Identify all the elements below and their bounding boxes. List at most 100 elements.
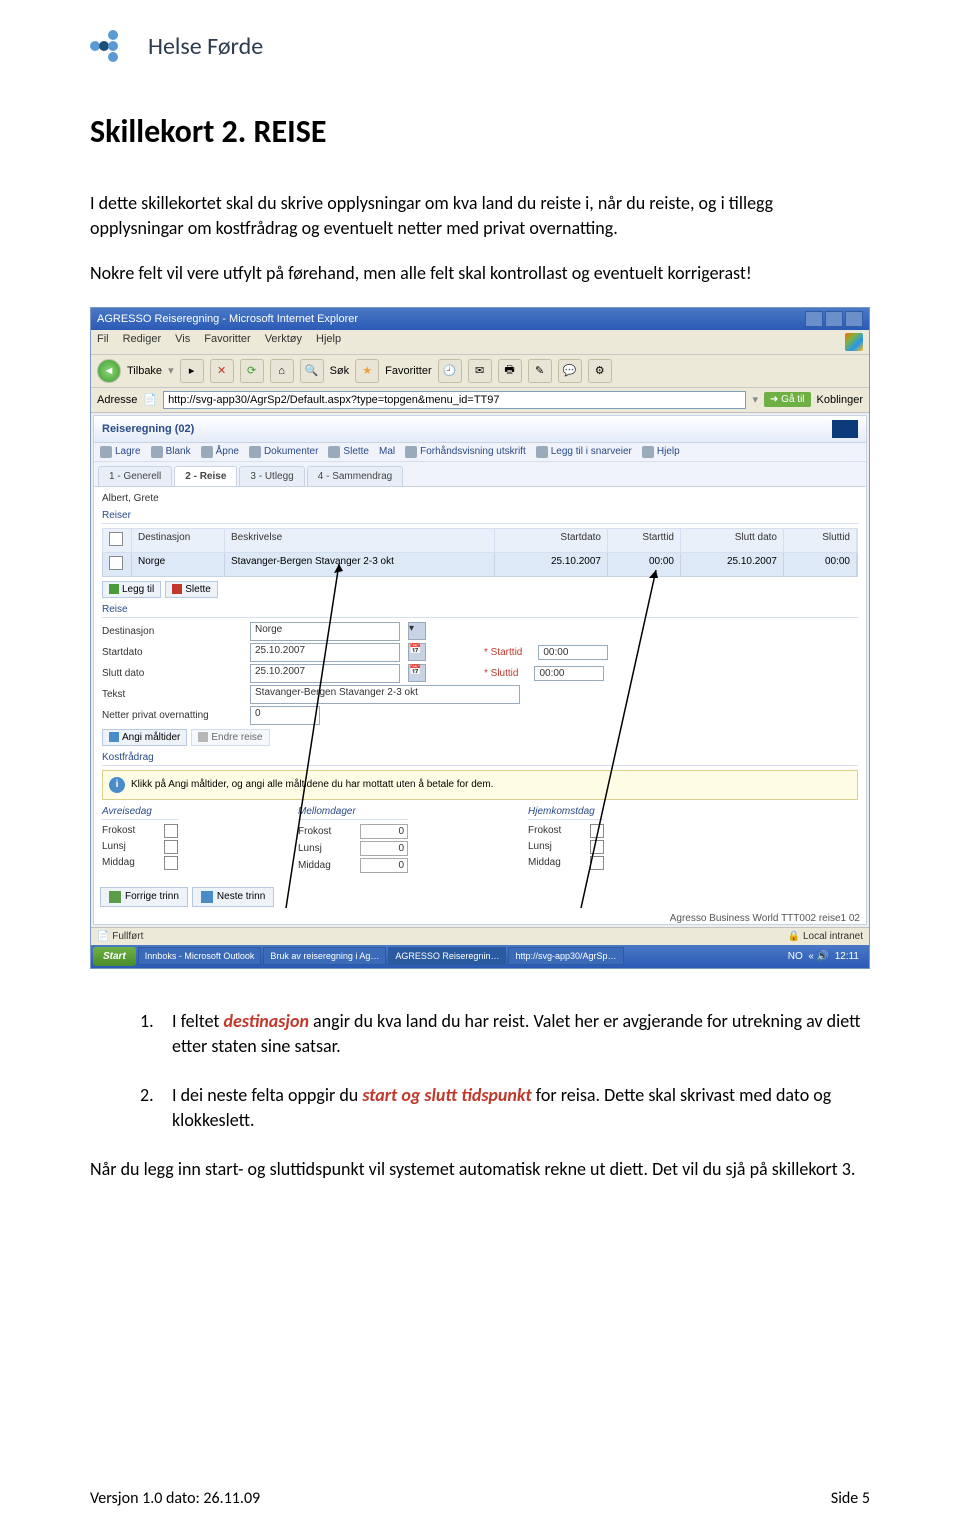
mellom-frokost-input[interactable]: 0	[360, 824, 408, 839]
tb-slette[interactable]: Slette	[328, 446, 369, 458]
header-checkbox[interactable]	[109, 532, 123, 546]
task-agresso[interactable]: AGRESSO Reiseregnin…	[388, 947, 506, 965]
menu-hjelp[interactable]: Hjelp	[316, 333, 341, 351]
task-word[interactable]: Bruk av reiseregning i Ag…	[263, 947, 386, 965]
avreise-lunsj-checkbox[interactable]	[164, 840, 178, 854]
label-starttid: * Starttid	[484, 647, 522, 658]
input-sluttdato[interactable]: 25.10.2007	[250, 664, 400, 683]
grid-row[interactable]: Norge Stavanger-Bergen Stavanger 2-3 okt…	[102, 553, 858, 577]
input-starttid[interactable]: 00:00	[538, 645, 608, 660]
mellom-middag-input[interactable]: 0	[360, 858, 408, 873]
page-footer: Versjon 1.0 dato: 26.11.09 Side 5	[90, 1489, 870, 1508]
endre-reise-button[interactable]: Endre reise	[191, 729, 269, 746]
prev-step-button[interactable]: Forrige trinn	[100, 887, 188, 907]
discuss-icon[interactable]: 💬	[558, 359, 582, 383]
mellom-lunsj-input[interactable]: 0	[360, 841, 408, 856]
menu-rediger[interactable]: Rediger	[123, 333, 162, 351]
start-button[interactable]: Start	[93, 947, 136, 966]
input-destinasjon[interactable]: Norge	[250, 622, 400, 641]
menu-favoritter[interactable]: Favoritter	[204, 333, 250, 351]
tb-hjelp[interactable]: Hjelp	[642, 446, 680, 458]
avreise-frokost-checkbox[interactable]	[164, 824, 178, 838]
delete-button[interactable]: Slette	[165, 581, 218, 598]
tab-reise[interactable]: 2 - Reise	[174, 466, 237, 486]
print-icon[interactable]: 🖶	[498, 359, 522, 383]
avreise-middag-checkbox[interactable]	[164, 856, 178, 870]
back-button[interactable]: ◄	[97, 359, 121, 383]
meals-h3: Hjemkomstdag	[528, 804, 604, 820]
edit-icon[interactable]: ✎	[528, 359, 552, 383]
menu-verktoy[interactable]: Verktøy	[265, 333, 302, 351]
tb-lagre[interactable]: Lagre	[100, 446, 141, 458]
next-step-button[interactable]: Neste trinn	[192, 887, 274, 907]
add-button[interactable]: Legg til	[102, 581, 161, 598]
info-icon: i	[109, 777, 125, 793]
home-button[interactable]: ⌂	[270, 359, 294, 383]
history-icon[interactable]: 🕘	[438, 359, 462, 383]
mail-icon[interactable]: ✉	[468, 359, 492, 383]
cell-besk: Stavanger-Bergen Stavanger 2-3 okt	[225, 553, 495, 576]
grid-header: Destinasjon Beskrivelse Startdato Startt…	[102, 528, 858, 553]
links-label[interactable]: Koblinger	[817, 394, 863, 406]
hjem-frokost-checkbox[interactable]	[590, 824, 604, 838]
forward-button[interactable]: ▸	[180, 359, 204, 383]
input-netter[interactable]: 0	[250, 706, 320, 725]
hjem-middag-checkbox[interactable]	[590, 856, 604, 870]
close-button[interactable]	[845, 311, 863, 327]
intro-paragraph-1: I dette skillekortet skal du skrive oppl…	[90, 191, 870, 241]
logo: Helse Førde	[90, 30, 870, 62]
favorites-icon[interactable]: ★	[355, 359, 379, 383]
row-checkbox[interactable]	[109, 556, 123, 570]
maximize-button[interactable]	[825, 311, 843, 327]
cell-st: 00:00	[608, 553, 681, 576]
footer-left: Versjon 1.0 dato: 26.11.09	[90, 1489, 260, 1508]
calendar-icon[interactable]: 📅	[408, 664, 426, 682]
ie-statusbar: 📄 Fullført 🔒 Local intranet	[91, 927, 869, 945]
ie-menubar: Fil Rediger Vis Favoritter Verktøy Hjelp	[91, 330, 869, 355]
task-ie[interactable]: http://svg-app30/AgrSp…	[508, 947, 623, 965]
menu-vis[interactable]: Vis	[175, 333, 190, 351]
menu-fil[interactable]: Fil	[97, 333, 109, 351]
lang-indicator[interactable]: NO	[788, 951, 803, 962]
minimize-button[interactable]	[805, 311, 823, 327]
refresh-button[interactable]: ⟳	[240, 359, 264, 383]
input-tekst[interactable]: Stavanger-Bergen Stavanger 2-3 okt	[250, 685, 520, 704]
group-reise: Reise	[102, 602, 858, 618]
tab-sammendrag[interactable]: 4 - Sammendrag	[307, 466, 403, 486]
cell-sld: 25.10.2007	[681, 553, 784, 576]
logo-text: Helse Førde	[148, 32, 263, 61]
tb-mal[interactable]: Mal	[379, 446, 395, 458]
app-title: Reiseregning (02)	[102, 423, 194, 435]
tb-apne[interactable]: Åpne	[201, 446, 239, 458]
cell-sd: 25.10.2007	[495, 553, 608, 576]
tab-generell[interactable]: 1 - Generell	[98, 466, 172, 486]
task-outlook[interactable]: Innboks - Microsoft Outlook	[138, 947, 262, 965]
app-footer-text: Agresso Business World TTT002 reise1 02	[94, 913, 866, 924]
col-destinasjon: Destinasjon	[132, 529, 225, 552]
tb-forhandsvisning[interactable]: Forhåndsvisning utskrift	[405, 446, 526, 458]
back-label: Tilbake	[127, 365, 162, 377]
address-label: Adresse	[97, 394, 137, 406]
calendar-icon[interactable]: 📅	[408, 643, 426, 661]
search-icon[interactable]: 🔍	[300, 359, 324, 383]
agresso-app: Reiseregning (02) Lagre Blank Åpne Dokum…	[93, 415, 867, 925]
info-box: i Klikk på Angi måltider, og angi alle m…	[102, 770, 858, 800]
tab-utlegg[interactable]: 3 - Utlegg	[239, 466, 304, 486]
input-sluttid[interactable]: 00:00	[534, 666, 604, 681]
numbered-list: 1. I feltet destinasjon angir du kva lan…	[140, 1009, 870, 1134]
screenshot: AGRESSO Reiseregning - Microsoft Interne…	[90, 307, 870, 969]
tb-snarveier[interactable]: Legg til i snarveier	[536, 446, 632, 458]
stop-button[interactable]: ✕	[210, 359, 234, 383]
tb-blank[interactable]: Blank	[151, 446, 191, 458]
hjem-lunsj-checkbox[interactable]	[590, 840, 604, 854]
person-name: Albert, Grete	[102, 493, 858, 504]
input-startdato[interactable]: 25.10.2007	[250, 643, 400, 662]
angi-maltider-button[interactable]: Angi måltider	[102, 729, 187, 746]
status-right: 🔒 Local intranet	[788, 931, 863, 942]
dropdown-icon[interactable]: ▾	[408, 622, 426, 640]
tb-dokumenter[interactable]: Dokumenter	[249, 446, 318, 458]
meals-h1: Avreisedag	[102, 804, 178, 820]
go-button[interactable]: ➜ Gå til	[764, 392, 811, 407]
url-input[interactable]	[163, 391, 746, 409]
misc-icon[interactable]: ⚙	[588, 359, 612, 383]
